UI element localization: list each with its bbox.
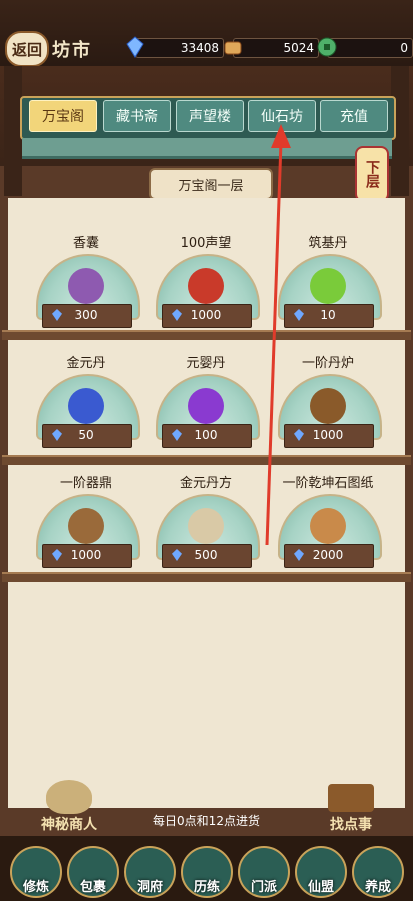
item-name: 香囊: [72, 236, 99, 251]
nav-cave-label: 洞府: [136, 880, 163, 895]
treasure-chest-icon: [328, 784, 374, 812]
item-name: 金元丹: [66, 356, 106, 371]
shop-item[interactable]: 100声望 1000: [154, 232, 260, 350]
shop-item[interactable]: 一阶器鼎 1000: [34, 472, 140, 590]
shop-item[interactable]: 香囊 300: [34, 232, 140, 350]
nav-nurture-label: 养成: [364, 880, 391, 895]
nav-inventory-label: 包裹: [79, 880, 106, 895]
item-name: 一阶乾坤石图纸: [282, 476, 374, 491]
item-price: 2000: [312, 548, 344, 562]
nav-cave[interactable]: 洞府: [124, 846, 176, 898]
item-price: 100: [194, 428, 218, 442]
gold-value: 5024: [283, 41, 314, 55]
nav-cultivate[interactable]: 修炼: [10, 846, 62, 898]
item-price: 1000: [70, 548, 102, 562]
nav-sect-label: 门派: [250, 880, 277, 895]
blueprint-icon: [310, 508, 346, 544]
gold-ingot-icon: [224, 41, 242, 55]
shop-item[interactable]: 金元丹方 500: [154, 472, 260, 590]
nav-nurture[interactable]: 养成: [352, 846, 404, 898]
item-name: 金元丹方: [179, 476, 232, 491]
shop-item[interactable]: 一阶乾坤石图纸 2000: [276, 472, 382, 590]
item-price: 300: [74, 308, 98, 322]
shop-item[interactable]: 一阶丹炉 1000: [276, 352, 382, 470]
blue-orb-icon: [68, 388, 104, 424]
item-name: 100声望: [180, 236, 232, 251]
purple-orb-icon: [188, 388, 224, 424]
crystal-counter: 33408: [126, 36, 224, 58]
item-name: 筑基丹: [308, 236, 348, 251]
floor-title: 万宝阁一层: [149, 168, 273, 200]
tab-cangshuzhai[interactable]: 藏书斋: [103, 100, 171, 132]
nav-inventory[interactable]: 包裹: [67, 846, 119, 898]
tab-wanbaoge[interactable]: 万宝阁: [29, 100, 97, 132]
item-name: 一阶丹炉: [301, 356, 354, 371]
crystal-value: 33408: [180, 41, 219, 55]
recipe-scroll-icon: [188, 508, 224, 544]
item-price: 50: [78, 428, 94, 442]
crystal-icon: [126, 36, 144, 58]
jade-value: 0: [400, 41, 408, 55]
nav-adventure-label: 历练: [193, 880, 220, 895]
item-price: 500: [194, 548, 218, 562]
item-name: 元婴丹: [186, 356, 226, 371]
tab-xianshifang[interactable]: 仙石坊: [248, 100, 316, 132]
reputation-token-icon: [188, 268, 224, 304]
item-price: 10: [320, 308, 336, 322]
shop-item[interactable]: 元婴丹 100: [154, 352, 260, 470]
next-floor-button[interactable]: 下层: [355, 146, 389, 202]
gold-counter: 5024: [224, 38, 319, 58]
cauldron-icon: [68, 508, 104, 544]
item-price: 1000: [190, 308, 222, 322]
jade-counter: 0: [317, 37, 413, 58]
sachet-icon: [68, 268, 104, 304]
nav-sect[interactable]: 门派: [238, 846, 290, 898]
item-name: 一阶器鼎: [59, 476, 112, 491]
shop-item[interactable]: 筑基丹 10: [276, 232, 382, 350]
tab-recharge[interactable]: 充值: [320, 100, 388, 132]
jade-coin-icon: [317, 37, 337, 57]
nav-alliance-label: 仙盟: [307, 880, 334, 895]
nav-alliance[interactable]: 仙盟: [295, 846, 347, 898]
shop-item[interactable]: 金元丹 50: [34, 352, 140, 470]
nav-adventure[interactable]: 历练: [181, 846, 233, 898]
restock-notice: 每日0点和12点进货: [153, 814, 260, 828]
money-bag-icon: [46, 780, 92, 814]
furnace-icon: [310, 388, 346, 424]
tab-shengwanglou[interactable]: 声望楼: [176, 100, 244, 132]
page-title: 坊市: [52, 40, 92, 61]
canopy-valance: [22, 138, 392, 159]
item-price: 1000: [312, 428, 344, 442]
next-floor-label: 下层: [364, 160, 380, 188]
nav-cultivate-label: 修炼: [22, 880, 49, 895]
green-pill-icon: [310, 268, 346, 304]
back-button[interactable]: 返回: [5, 31, 49, 67]
